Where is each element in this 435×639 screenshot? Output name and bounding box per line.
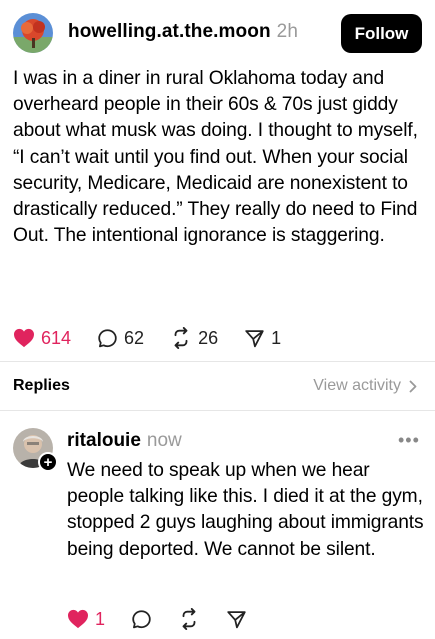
- post-text: I was in a diner in rural Oklahoma today…: [13, 68, 418, 247]
- repost-icon: [182, 608, 196, 630]
- reply-like-count: 1: [95, 608, 106, 629]
- post-actions: 614 62 26 1: [13, 325, 307, 351]
- like-button[interactable]: 614: [13, 328, 71, 349]
- heart-icon: [14, 328, 34, 348]
- divider: [0, 361, 435, 362]
- view-activity-link[interactable]: View activity: [313, 377, 417, 395]
- comment-button[interactable]: 62: [97, 328, 144, 349]
- reply-username-text[interactable]: ritalouie: [67, 430, 141, 451]
- reply-like-button[interactable]: 1: [67, 609, 105, 630]
- replies-label: Replies: [13, 377, 70, 394]
- chevron-right-icon: [409, 380, 417, 392]
- reply-comment-button[interactable]: [131, 609, 152, 630]
- like-count: 614: [41, 327, 72, 348]
- repost-button[interactable]: 26: [170, 327, 218, 349]
- reply-username[interactable]: ritalouie now: [67, 430, 182, 452]
- follow-plus-badge[interactable]: +: [38, 452, 58, 472]
- post-header: howelling.at.the.moon 2h Follow: [0, 0, 435, 62]
- view-activity-label[interactable]: View activity: [313, 377, 401, 395]
- post-time: 2h: [276, 21, 298, 42]
- share-button[interactable]: 1: [244, 328, 281, 349]
- username-text[interactable]: howelling.at.the.moon: [68, 21, 271, 42]
- post-username[interactable]: howelling.at.the.moon 2h: [68, 21, 298, 43]
- reply-text: We need to speak up when we hear people …: [67, 460, 424, 560]
- avatar[interactable]: [13, 13, 53, 53]
- send-icon: [227, 610, 246, 628]
- send-icon: [245, 329, 264, 347]
- repost-count: 26: [198, 327, 219, 348]
- repost-icon: [174, 327, 188, 349]
- reply-share-button[interactable]: [226, 609, 247, 630]
- reply-time: now: [146, 430, 182, 451]
- comment-bubble-icon: [132, 609, 151, 628]
- comment-bubble-icon: [98, 328, 117, 347]
- follow-button[interactable]: Follow: [341, 14, 422, 53]
- heart-icon: [68, 609, 88, 629]
- share-count: 1: [271, 327, 282, 348]
- comment-count: 62: [124, 327, 145, 348]
- reply-actions: 1: [67, 606, 273, 632]
- divider: [0, 410, 435, 411]
- more-dots-icon[interactable]: •••: [398, 430, 420, 451]
- reply-repost-button[interactable]: [178, 608, 200, 630]
